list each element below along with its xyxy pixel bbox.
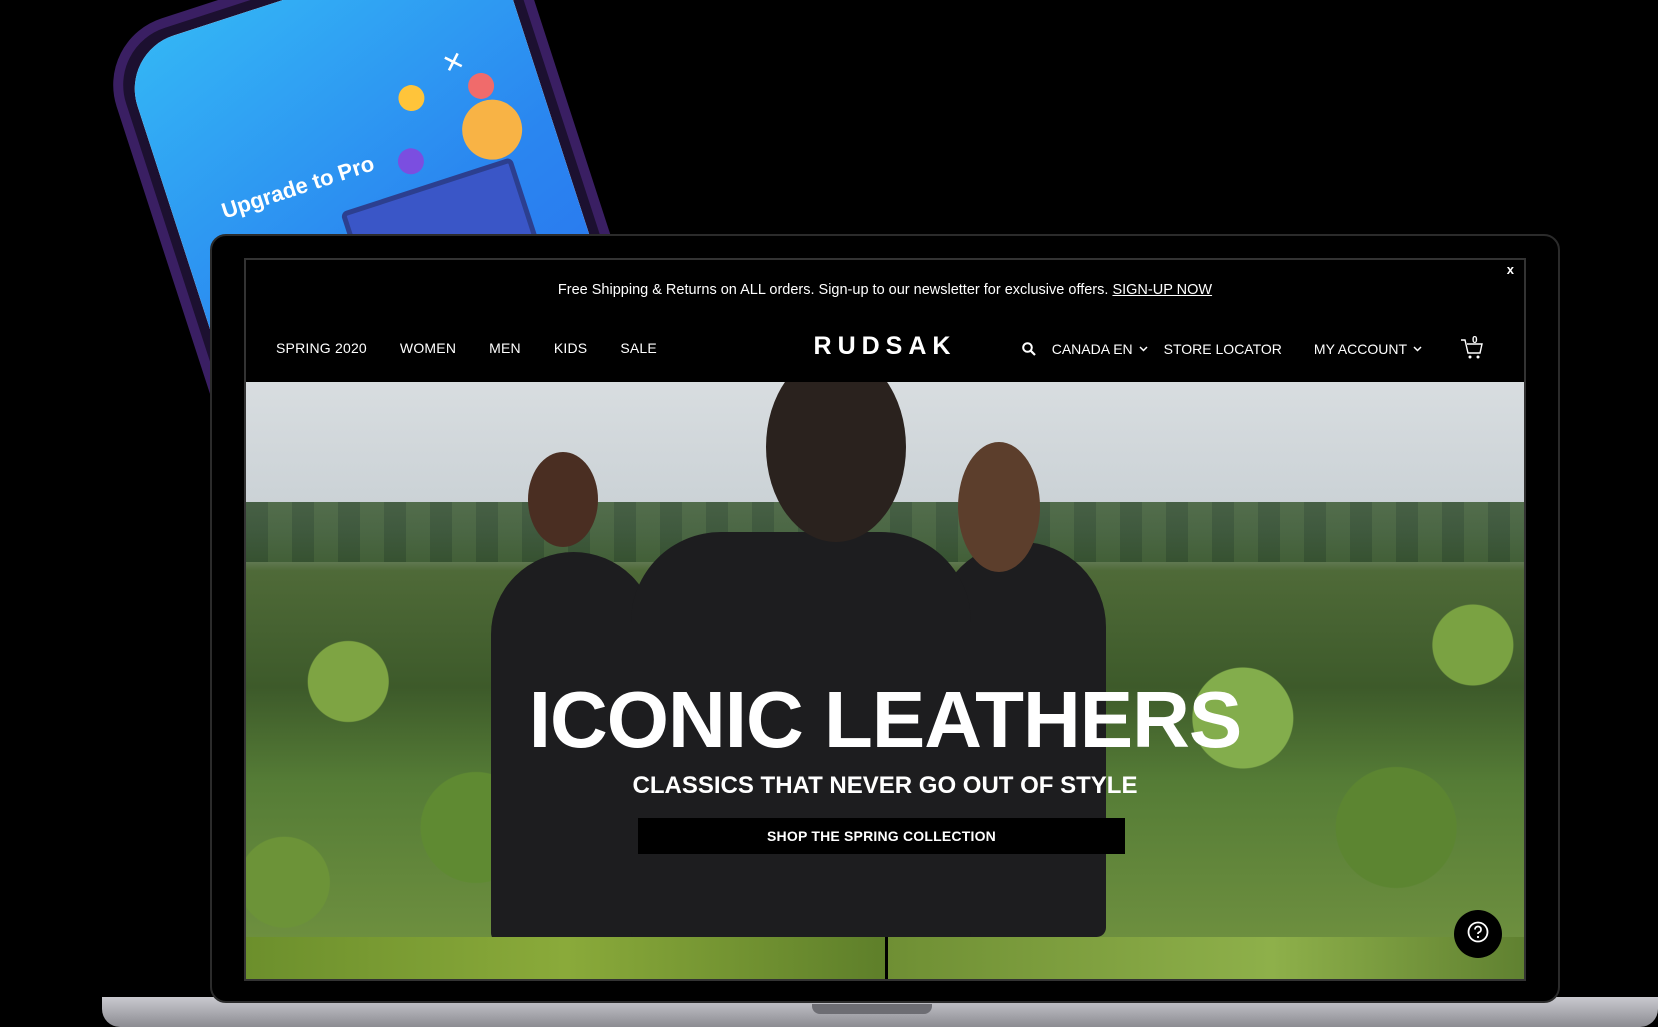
hero-subtitle: CLASSICS THAT NEVER GO OUT OF STYLE xyxy=(632,772,1138,799)
tile-women[interactable] xyxy=(246,937,885,979)
laptop-screen: Free Shipping & Returns on ALL orders. S… xyxy=(244,258,1526,981)
gem-badge-icon xyxy=(394,144,428,178)
model-left-head xyxy=(528,452,598,547)
tile-men[interactable] xyxy=(888,937,1524,979)
announcement-close-button[interactable]: x xyxy=(1507,260,1514,280)
product-tiles xyxy=(246,937,1524,979)
mascot-icon xyxy=(454,91,530,168)
nav-right: CANADA EN STORE LOCATOR MY ACCOUNT 0 xyxy=(1021,335,1484,360)
chevron-down-icon xyxy=(1139,346,1148,352)
shop-spring-collection-button[interactable]: SHOP THE SPRING COLLECTION xyxy=(638,818,1125,854)
help-button[interactable] xyxy=(1454,910,1502,958)
chevron-down-icon xyxy=(1413,346,1422,352)
model-right-head xyxy=(958,442,1040,572)
announcement-text: Free Shipping & Returns on ALL orders. S… xyxy=(557,282,1109,298)
hero-title: ICONIC LEATHERS xyxy=(528,675,1242,764)
main-nav: SPRING 2020 WOMEN MEN KIDS SALE RUDSAK C… xyxy=(246,320,1524,382)
hero-banner: ICONIC LEATHERS CLASSICS THAT NEVER GO O… xyxy=(246,382,1524,937)
signup-link[interactable]: SIGN-UP NOW xyxy=(1112,282,1212,298)
question-icon xyxy=(1467,921,1489,948)
search-icon[interactable] xyxy=(1021,342,1036,356)
region-selector[interactable]: CANADA EN xyxy=(1052,341,1148,357)
laptop-notch xyxy=(812,1004,932,1014)
region-label: CANADA EN xyxy=(1051,341,1133,357)
announcement-bar: Free Shipping & Returns on ALL orders. S… xyxy=(246,260,1524,320)
store-locator-link[interactable]: STORE LOCATOR xyxy=(1164,341,1282,357)
cart-count: 0 xyxy=(1472,335,1478,346)
cart-icon[interactable]: 0 xyxy=(1460,335,1484,360)
account-label: MY ACCOUNT xyxy=(1313,341,1407,357)
account-menu[interactable]: MY ACCOUNT xyxy=(1314,341,1422,357)
c-badge-icon xyxy=(395,81,428,115)
